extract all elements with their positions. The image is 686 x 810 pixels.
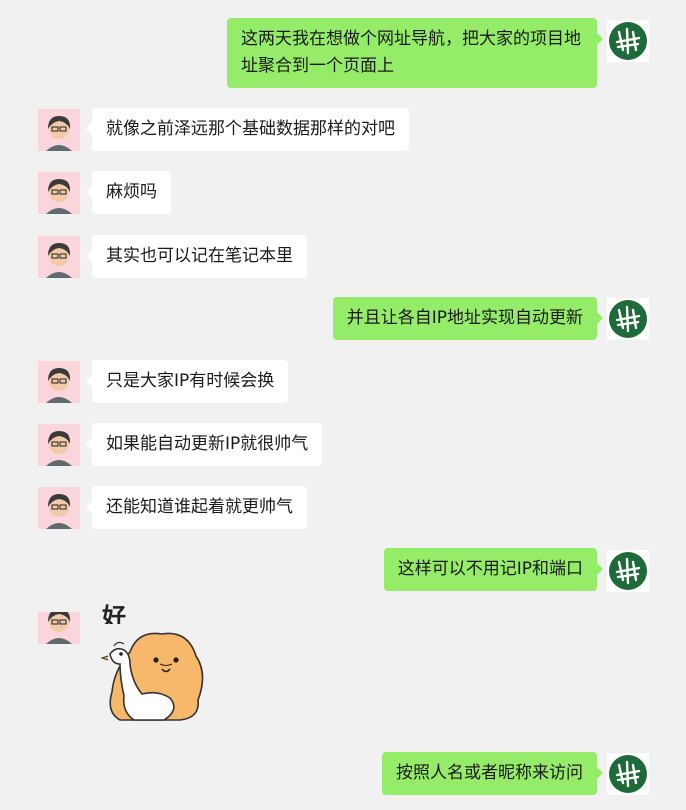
self-avatar[interactable] <box>607 550 649 592</box>
message-text: 只是大家IP有时候会换 <box>106 371 275 391</box>
self-avatar[interactable] <box>607 753 649 795</box>
contact-avatar[interactable] <box>38 172 80 214</box>
message-text: 如果能自动更新IP就很帅气 <box>106 434 309 454</box>
message-text: 麻烦吗 <box>106 182 157 202</box>
message-bubble-incoming[interactable]: 还能知道谁起着就更帅气 <box>86 486 307 529</box>
contact-avatar[interactable] <box>38 487 80 529</box>
message-bubble-incoming[interactable]: 如果能自动更新IP就很帅气 <box>85 423 323 466</box>
message-text: 还能知道谁起着就更帅气 <box>106 497 293 517</box>
message-bubble-outgoing[interactable]: 这两天我在想做个网址导航，把大家的项目地址聚合到一个页面上 <box>227 18 603 88</box>
message-bubble-incoming[interactable]: 只是大家IP有时候会换 <box>85 360 289 403</box>
message-text: 并且让各自IP地址实现自动更新 <box>346 308 583 328</box>
contact-avatar[interactable] <box>38 236 80 278</box>
message-bubble-outgoing[interactable]: 并且让各自IP地址实现自动更新 <box>332 297 604 340</box>
contact-avatar[interactable] <box>38 424 80 466</box>
contact-avatar[interactable] <box>38 109 80 151</box>
self-avatar[interactable] <box>607 298 649 340</box>
contact-avatar[interactable] <box>38 612 80 644</box>
message-text: 这两天我在想做个网址导航，把大家的项目地址聚合到一个页面上 <box>241 29 581 76</box>
message-bubble-outgoing[interactable]: 这样可以不用记IP和端口 <box>383 548 604 591</box>
message-bubble-incoming[interactable]: 就像之前泽远那个基础数据那样的对吧 <box>86 108 409 151</box>
message-bubble-incoming[interactable]: 其实也可以记在笔记本里 <box>86 235 307 278</box>
message-bubble-outgoing[interactable]: 按照人名或者昵称来访问 <box>382 752 603 795</box>
message-text: 其实也可以记在笔记本里 <box>106 246 293 266</box>
message-text: 就像之前泽远那个基础数据那样的对吧 <box>106 119 395 139</box>
contact-avatar[interactable] <box>38 361 80 403</box>
message-text: 这样可以不用记IP和端口 <box>397 559 583 579</box>
self-avatar[interactable] <box>607 20 649 62</box>
message-bubble-incoming[interactable]: 麻烦吗 <box>86 171 171 214</box>
message-text: 按照人名或者昵称来访问 <box>396 763 583 783</box>
sticker-illustration <box>100 632 204 721</box>
cat-and-duck-sticker[interactable]: 好 鸭 <box>100 603 220 724</box>
